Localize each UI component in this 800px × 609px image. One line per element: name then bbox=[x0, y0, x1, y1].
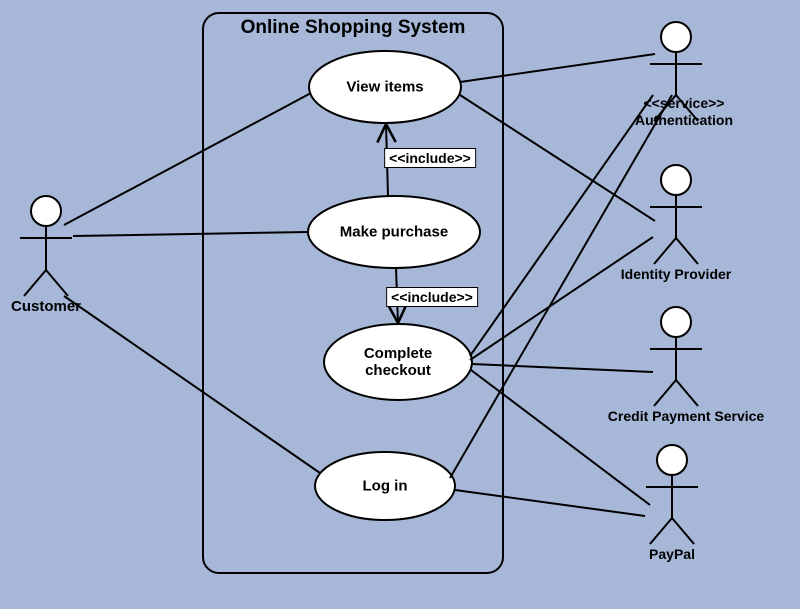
actor-label-authentication: Authentication bbox=[635, 112, 733, 128]
actor-label-identity-provider: Identity Provider bbox=[621, 266, 731, 282]
actor-label-credit-payment: Credit Payment Service bbox=[608, 408, 764, 424]
actor-paypal bbox=[646, 445, 698, 544]
actor-credit-payment bbox=[650, 307, 702, 406]
actor-customer bbox=[20, 196, 72, 296]
include-label-1: <<include>> bbox=[384, 148, 476, 168]
edge-idp-view bbox=[460, 95, 655, 221]
edge-customer-login bbox=[64, 296, 320, 473]
usecase-label-view-items: View items bbox=[346, 79, 423, 96]
edge-paypal-checkout bbox=[471, 370, 650, 505]
usecase-label-complete-checkout: Complete checkout bbox=[364, 345, 432, 380]
actor-stereotype-authentication: <<service>> bbox=[644, 95, 725, 111]
edge-credit-checkout bbox=[472, 364, 653, 372]
edge-customer-purchase bbox=[73, 232, 308, 236]
edge-auth-checkout bbox=[470, 95, 653, 356]
usecase-label-log-in: Log in bbox=[363, 478, 408, 495]
actor-identity-provider bbox=[650, 165, 702, 264]
edge-idp-checkout bbox=[470, 237, 653, 360]
edge-paypal-login bbox=[455, 490, 645, 516]
usecase-label-make-purchase: Make purchase bbox=[340, 224, 448, 241]
diagram-canvas: Online Shopping System View items Make p… bbox=[0, 0, 800, 609]
edge-customer-view bbox=[64, 93, 311, 225]
include-label-2: <<include>> bbox=[386, 287, 478, 307]
system-title: Online Shopping System bbox=[241, 17, 466, 39]
actor-label-customer: Customer bbox=[11, 298, 81, 315]
actor-label-paypal: PayPal bbox=[649, 546, 695, 562]
edge-auth-view bbox=[460, 54, 655, 82]
